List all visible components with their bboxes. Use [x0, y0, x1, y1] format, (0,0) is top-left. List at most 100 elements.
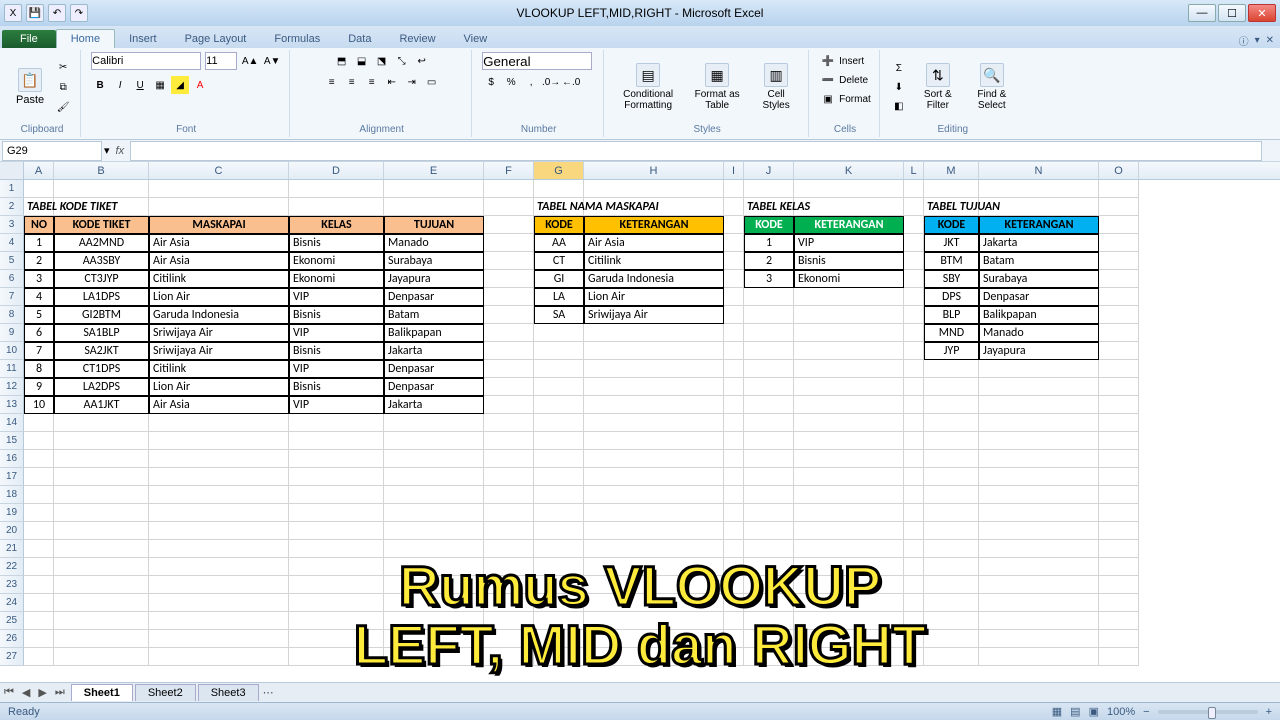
cell[interactable] [54, 414, 149, 432]
cell[interactable] [1099, 234, 1139, 252]
cell[interactable] [794, 198, 904, 216]
cell[interactable]: Jakarta [979, 234, 1099, 252]
new-sheet-icon[interactable]: ⋯ [259, 686, 278, 699]
cell[interactable]: 10 [24, 396, 54, 414]
cell[interactable] [149, 576, 289, 594]
cell[interactable] [149, 198, 289, 216]
cell[interactable] [904, 612, 924, 630]
cell[interactable]: KETERANGAN [794, 216, 904, 234]
cell[interactable] [904, 486, 924, 504]
cell[interactable]: SBY [924, 270, 979, 288]
cell[interactable] [1099, 198, 1139, 216]
cell[interactable] [484, 306, 534, 324]
align-right-icon[interactable]: ≡ [363, 73, 381, 91]
tab-review[interactable]: Review [385, 30, 449, 48]
wrap-text-icon[interactable]: ↩ [413, 52, 431, 70]
cell[interactable]: 8 [24, 360, 54, 378]
cell[interactable] [484, 504, 534, 522]
cell[interactable] [384, 414, 484, 432]
cell[interactable] [534, 648, 584, 666]
cell[interactable] [24, 576, 54, 594]
cell[interactable] [724, 414, 744, 432]
cell[interactable]: AA3SBY [54, 252, 149, 270]
cell[interactable] [584, 468, 724, 486]
col-header[interactable]: F [484, 162, 534, 179]
cell[interactable] [979, 522, 1099, 540]
cell[interactable] [1099, 360, 1139, 378]
cell[interactable] [904, 432, 924, 450]
cell[interactable] [744, 432, 794, 450]
cell[interactable]: Batam [384, 306, 484, 324]
row-header[interactable]: 18 [0, 486, 24, 504]
cell[interactable] [794, 576, 904, 594]
cell[interactable] [484, 198, 534, 216]
row-header[interactable]: 24 [0, 594, 24, 612]
cell[interactable] [724, 234, 744, 252]
cell[interactable]: GI [534, 270, 584, 288]
cell[interactable] [534, 324, 584, 342]
cell[interactable] [744, 288, 794, 306]
minimize-button[interactable]: — [1188, 4, 1216, 22]
cell[interactable] [484, 342, 534, 360]
cell[interactable] [24, 504, 54, 522]
cell[interactable] [584, 378, 724, 396]
paste-button[interactable]: 📋 Paste [12, 66, 48, 108]
cell[interactable] [484, 540, 534, 558]
cell[interactable]: Jayapura [384, 270, 484, 288]
cell[interactable]: 3 [24, 270, 54, 288]
col-header[interactable]: N [979, 162, 1099, 179]
cell[interactable] [534, 468, 584, 486]
cell[interactable] [904, 378, 924, 396]
row-header[interactable]: 11 [0, 360, 24, 378]
cell[interactable]: BLP [924, 306, 979, 324]
cell[interactable] [384, 198, 484, 216]
format-cells-icon[interactable]: ▣ [819, 90, 837, 108]
tab-file[interactable]: File [2, 30, 56, 48]
cell[interactable] [744, 468, 794, 486]
cell[interactable]: AA [534, 234, 584, 252]
row-header[interactable]: 19 [0, 504, 24, 522]
cell[interactable]: Jayapura [979, 342, 1099, 360]
cell[interactable] [744, 648, 794, 666]
cell[interactable] [794, 180, 904, 198]
cell[interactable] [724, 216, 744, 234]
cell[interactable] [744, 324, 794, 342]
underline-button[interactable]: U [131, 76, 149, 94]
row-header[interactable]: 2 [0, 198, 24, 216]
cell[interactable] [289, 198, 384, 216]
cell[interactable] [979, 414, 1099, 432]
cell[interactable] [744, 396, 794, 414]
cell[interactable]: Denpasar [384, 360, 484, 378]
cell[interactable] [924, 432, 979, 450]
cell[interactable]: 1 [744, 234, 794, 252]
col-header[interactable]: O [1099, 162, 1139, 179]
cell[interactable] [904, 396, 924, 414]
cell[interactable]: GI2BTM [54, 306, 149, 324]
cell[interactable] [1099, 324, 1139, 342]
cell[interactable]: Garuda Indonesia [149, 306, 289, 324]
cell[interactable] [584, 432, 724, 450]
cell[interactable] [924, 486, 979, 504]
col-header[interactable]: B [54, 162, 149, 179]
cell[interactable] [24, 180, 54, 198]
cell[interactable] [584, 648, 724, 666]
cell[interactable] [904, 198, 924, 216]
cell[interactable]: VIP [289, 288, 384, 306]
cell[interactable] [584, 342, 724, 360]
cell[interactable]: Bisnis [289, 342, 384, 360]
comma-icon[interactable]: , [522, 73, 540, 91]
zoom-level[interactable]: 100% [1107, 706, 1135, 718]
cell[interactable] [1099, 396, 1139, 414]
cell[interactable] [904, 576, 924, 594]
cell[interactable] [744, 450, 794, 468]
delete-label[interactable]: Delete [839, 75, 868, 86]
cell[interactable] [724, 540, 744, 558]
fx-icon[interactable]: fx [116, 145, 125, 157]
cell[interactable] [534, 576, 584, 594]
cell[interactable] [794, 522, 904, 540]
fill-icon[interactable]: ⬇ [890, 78, 908, 96]
cell[interactable] [1099, 612, 1139, 630]
tab-home[interactable]: Home [56, 29, 115, 48]
cell[interactable]: CT3JYP [54, 270, 149, 288]
cell[interactable] [484, 216, 534, 234]
